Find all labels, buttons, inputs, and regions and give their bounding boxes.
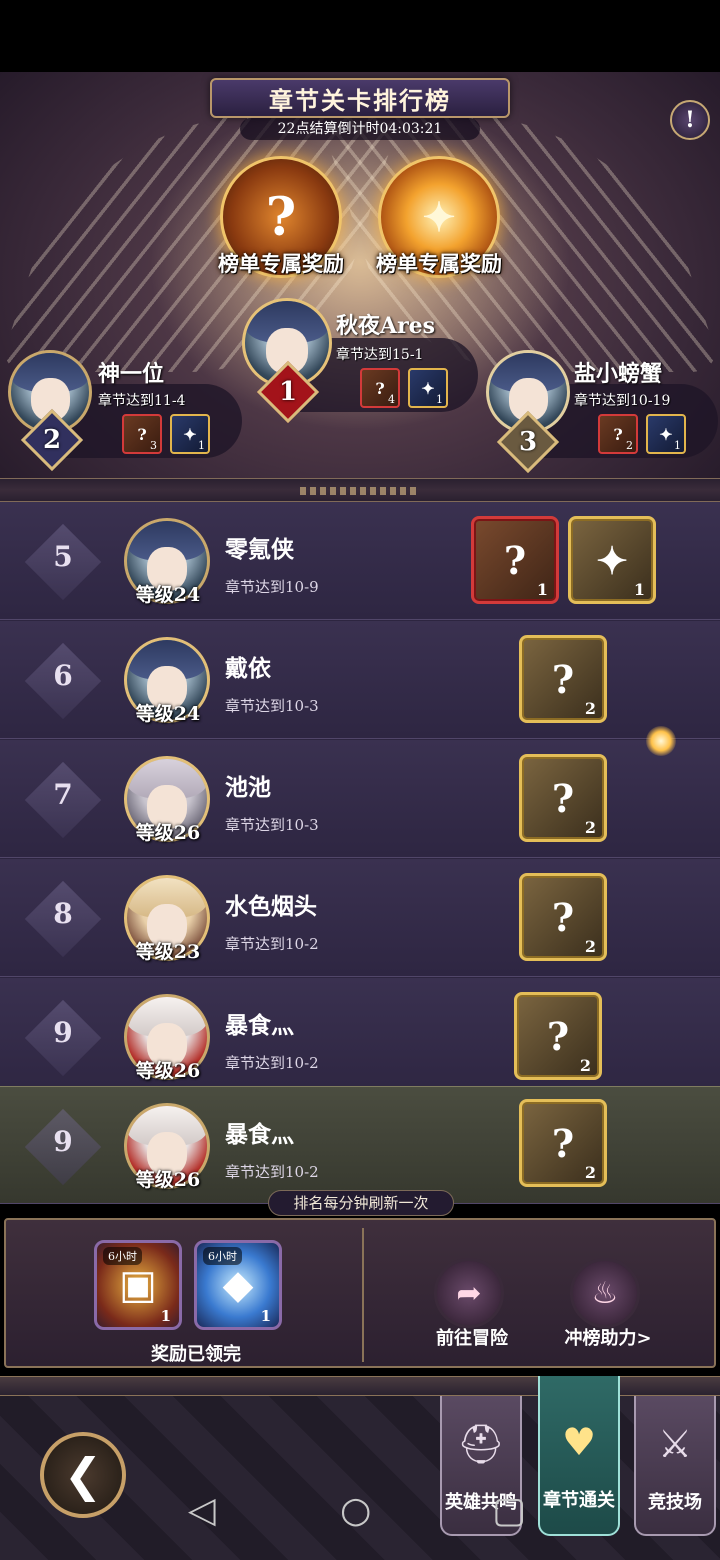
player-level: 等级24 [135, 703, 201, 725]
rank-2-item-staff[interactable]: ✦ 1 [170, 414, 210, 454]
rank-1-name: 秋夜Ares [336, 313, 436, 339]
reward-box-crystals[interactable]: 6小时 ◆ 1 [194, 1240, 282, 1330]
crystal-pile-icon: ◆ [222, 1262, 254, 1308]
table-row[interactable]: 8 等级23 水色烟头 章节达到10-2 ? 2 [0, 859, 720, 977]
rank-3-item-staff[interactable]: ✦ 1 [646, 414, 686, 454]
reward-item-armor[interactable]: ? 2 [519, 1099, 607, 1187]
system-recents-button[interactable]: ▢ [492, 1490, 526, 1531]
panel-divider [362, 1228, 364, 1362]
reward-item-armor[interactable]: ? 1 [471, 516, 559, 604]
chapter-progress: 章节达到10-3 [225, 816, 319, 834]
reward-item-armor[interactable]: ? 2 [519, 754, 607, 842]
player-name: 池池 [225, 774, 271, 801]
reward-item-armor[interactable]: ? 2 [519, 873, 607, 961]
player-name: 暴食灬 [225, 1012, 294, 1039]
go-adventure-label[interactable]: 前往冒险 [402, 1324, 542, 1350]
player-level: 等级23 [135, 941, 201, 963]
heart-emblem-icon: ♥ [561, 1420, 597, 1464]
helmet-icon: ⛑ [456, 1422, 506, 1466]
rank-1-item-staff[interactable]: ✦ 1 [408, 368, 448, 408]
rank-number: 7 [53, 778, 73, 811]
rank-boost-label[interactable]: 冲榜助力> [538, 1324, 678, 1350]
rank-boost-button[interactable]: ♨ [570, 1258, 640, 1328]
go-arrow-icon: ➦ [456, 1275, 482, 1311]
exclusive-reward-label-1: 榜单专属奖励 [218, 251, 344, 276]
table-row[interactable]: 9 等级26 暴食灬 章节达到10-2 ? 2 [0, 978, 720, 1096]
chapter-progress: 章节达到10-9 [225, 578, 319, 596]
ranking-list[interactable]: 5 等级24 零氪侠 章节达到10-9 ? 1 ✦ 1 6 等级24 戴依 章节达到… [0, 502, 720, 1204]
reward-item-armor[interactable]: ? 2 [514, 992, 602, 1080]
player-level: 等级26 [135, 1169, 201, 1191]
item-count: 1 [160, 1307, 171, 1325]
timer-tag: 6小时 [203, 1247, 242, 1265]
table-row[interactable]: 6 等级24 戴依 章节达到10-3 ? 2 [0, 621, 720, 739]
player-level: 等级24 [135, 584, 201, 606]
player-level: 等级26 [135, 1060, 201, 1082]
table-row[interactable]: 7 等级26 池池 章节达到10-3 ? 2 [0, 740, 720, 858]
info-button[interactable]: ! [670, 100, 710, 140]
timer-tag: 6小时 [103, 1247, 142, 1265]
rank-2-item-armor[interactable]: ? 3 [122, 414, 162, 454]
rank-number: 5 [53, 540, 73, 573]
rank-3-name: 盐小螃蟹 [574, 361, 663, 387]
rank-number: 9 [53, 1016, 73, 1049]
chapter-progress: 章节达到10-2 [225, 1163, 319, 1181]
rewards-claimed-label: 奖励已领完 [151, 1344, 241, 1365]
player-level: 等级26 [135, 822, 201, 844]
crossed-swords-icon: ⚔ [657, 1422, 693, 1466]
boost-flame-icon: ♨ [591, 1275, 619, 1311]
page-title: 章节关卡排行榜 [210, 78, 510, 118]
exclusive-reward-label-2: 榜单专属奖励 [376, 251, 502, 276]
reward-item-staff[interactable]: ✦ 1 [568, 516, 656, 604]
section-divider [0, 478, 720, 502]
system-home-button[interactable]: ○ [340, 1490, 371, 1531]
chapter-progress: 章节达到10-3 [225, 697, 319, 715]
settlement-countdown: 22点结算倒计时04:03:21 [240, 118, 480, 140]
refresh-note: 排名每分钟刷新一次 [268, 1190, 454, 1216]
rank-number: 8 [53, 897, 73, 930]
rank-number: 6 [53, 659, 73, 692]
table-row[interactable]: 5 等级24 零氪侠 章节达到10-9 ? 1 ✦ 1 [0, 502, 720, 620]
mystery-armor-icon: ? [265, 186, 297, 248]
player-name: 水色烟头 [225, 893, 317, 920]
player-name: 零氪侠 [225, 536, 294, 563]
go-adventure-button[interactable]: ➦ [434, 1258, 504, 1328]
system-navigation: ◁ ○ ▢ [0, 1470, 720, 1560]
reward-box-gold-chest[interactable]: 6小时 ▣ 1 [94, 1240, 182, 1330]
gold-chest-icon: ▣ [119, 1262, 157, 1308]
system-back-button[interactable]: ◁ [188, 1490, 216, 1531]
rank-1-item-armor[interactable]: ? 4 [360, 368, 400, 408]
reward-item-armor[interactable]: ? 2 [519, 635, 607, 723]
item-count: 1 [260, 1307, 271, 1325]
sparkle-effect [646, 726, 676, 756]
rank-number: 9 [53, 1125, 73, 1158]
winged-staff-icon: ✦ [422, 193, 456, 241]
rank-2-progress: 章节达到11-4 [98, 393, 186, 409]
rank-3-progress: 章节达到10-19 [574, 393, 671, 409]
reward-panel: 6小时 ▣ 1 6小时 ◆ 1 奖励已领完 ➦ 前往冒险 ♨ 冲榜助力> [4, 1218, 716, 1368]
chapter-progress: 章节达到10-2 [225, 1054, 319, 1072]
player-name: 暴食灬 [225, 1121, 294, 1148]
rank-2-name: 神一位 [98, 361, 165, 387]
leaderboard-header: 章节关卡排行榜 22点结算倒计时04:03:21 ! ? ✦ 榜单专属奖励 榜单… [0, 72, 720, 482]
player-name: 戴依 [225, 655, 271, 682]
status-bar [0, 0, 720, 72]
rank-1-progress: 章节达到15-1 [336, 347, 424, 363]
chapter-progress: 章节达到10-2 [225, 935, 319, 953]
my-rank-row[interactable]: 9 等级26 暴食灬 章节达到10-2 ? 2 [0, 1086, 720, 1204]
rank-3-item-armor[interactable]: ? 2 [598, 414, 638, 454]
info-icon: ! [685, 107, 695, 133]
